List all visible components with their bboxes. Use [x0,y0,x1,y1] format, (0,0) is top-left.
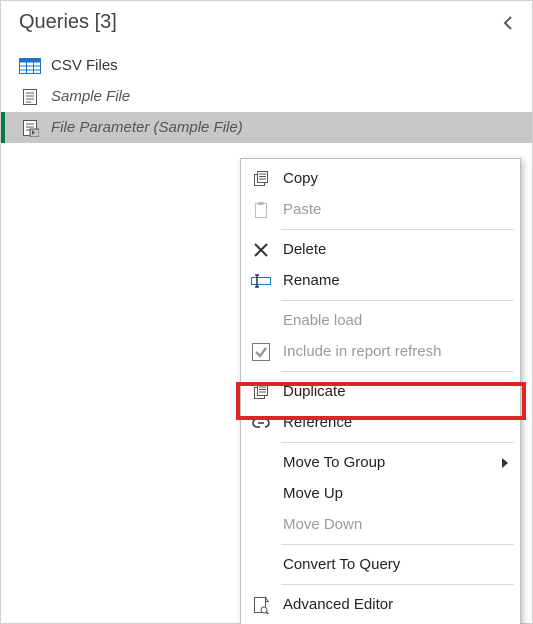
query-list: CSV Files Sample File [1,50,532,143]
delete-icon [247,239,275,261]
menu-label: Move To Group [283,454,494,471]
menu-label: Advanced Editor [283,596,510,613]
reference-icon [247,412,275,434]
menu-paste: Paste [241,194,520,225]
menu-label: Delete [283,241,510,258]
menu-convert-to-query[interactable]: Convert To Query [241,549,520,580]
submenu-arrow-icon [502,458,508,468]
menu-separator [281,544,514,545]
query-item-sample-file[interactable]: Sample File [1,81,532,112]
menu-advanced-editor[interactable]: Advanced Editor [241,589,520,620]
duplicate-icon [247,381,275,403]
menu-label: Include in report refresh [283,343,510,360]
panel-title: Queries [3] [19,11,117,34]
menu-manage[interactable]: Manage... [241,620,520,624]
collapse-panel-button[interactable] [500,14,518,32]
menu-include-refresh: Include in report refresh [241,336,520,367]
queries-panel: Queries [3] CSV Files [0,0,533,624]
menu-move-to-group[interactable]: Move To Group [241,447,520,478]
menu-label: Duplicate [283,383,510,400]
context-menu: Copy Paste Delete [240,158,521,624]
query-item-file-parameter[interactable]: File Parameter (Sample File) [1,112,532,143]
menu-move-up[interactable]: Move Up [241,478,520,509]
menu-label: Move Down [283,516,510,533]
query-label: File Parameter (Sample File) [51,119,243,136]
checked-icon [247,341,275,363]
rename-icon [247,270,275,292]
menu-move-down: Move Down [241,509,520,540]
menu-label: Paste [283,201,510,218]
panel-header: Queries [3] [1,1,532,50]
param-icon [19,119,41,137]
paste-icon [247,199,275,221]
menu-separator [281,442,514,443]
menu-copy[interactable]: Copy [241,163,520,194]
table-icon [19,57,41,75]
menu-rename[interactable]: Rename [241,265,520,296]
menu-label: Reference [283,414,510,431]
menu-label: Rename [283,272,510,289]
menu-delete[interactable]: Delete [241,234,520,265]
copy-icon [247,168,275,190]
query-item-csv-files[interactable]: CSV Files [1,50,532,81]
menu-reference[interactable]: Reference [241,407,520,438]
menu-label: Copy [283,170,510,187]
menu-separator [281,371,514,372]
query-label: Sample File [51,88,130,105]
menu-enable-load: Enable load [241,305,520,336]
menu-separator [281,584,514,585]
menu-label: Move Up [283,485,510,502]
menu-label: Convert To Query [283,556,510,573]
advanced-editor-icon [247,594,275,616]
menu-separator [281,229,514,230]
menu-separator [281,300,514,301]
menu-duplicate[interactable]: Duplicate [241,376,520,407]
doc-icon [19,88,41,106]
chevron-left-icon [503,16,515,30]
menu-label: Enable load [283,312,510,329]
query-label: CSV Files [51,57,118,74]
